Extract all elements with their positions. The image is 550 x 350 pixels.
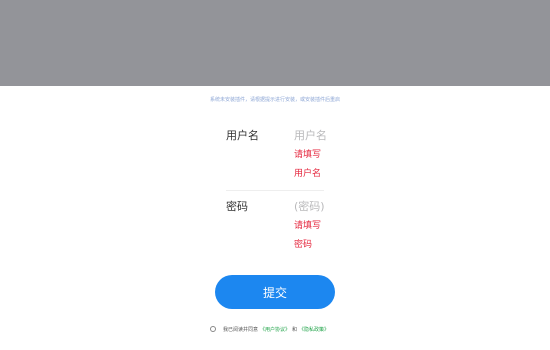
- agreement-text: 我已阅读并同意: [223, 326, 259, 333]
- login-page: 系统未安装插件，请根据提示进行安装，或安装插件后重启 用户名 请填写 用户名 密…: [0, 0, 550, 350]
- username-field-group: 用户名 请填写 用户名: [226, 129, 334, 189]
- field-divider: [226, 190, 324, 191]
- agreement-and: 和: [292, 326, 298, 333]
- username-error-line2: 用户名: [294, 169, 322, 179]
- plugin-notice: 系统未安装插件，请根据提示进行安装，或安装插件后重启: [209, 97, 340, 103]
- password-error-line1: 请填写: [294, 221, 322, 231]
- password-input[interactable]: [294, 200, 334, 214]
- agreement-row: 我已阅读并同意 《用户协议》 和 《隐私政策》: [210, 324, 331, 334]
- submit-button[interactable]: 提交: [215, 275, 335, 309]
- password-field-group: 密码 请填写 密码: [226, 200, 334, 260]
- privacy-link[interactable]: 《隐私政策》: [299, 326, 329, 333]
- username-label: 用户名: [226, 129, 259, 142]
- username-error-line1: 请填写: [294, 150, 322, 160]
- terms-link[interactable]: 《用户协议》: [260, 326, 290, 333]
- agreement-radio[interactable]: [210, 326, 216, 332]
- password-error-line2: 密码: [294, 240, 313, 250]
- username-input[interactable]: [294, 129, 334, 143]
- password-label: 密码: [226, 200, 248, 213]
- header-banner: [0, 0, 550, 86]
